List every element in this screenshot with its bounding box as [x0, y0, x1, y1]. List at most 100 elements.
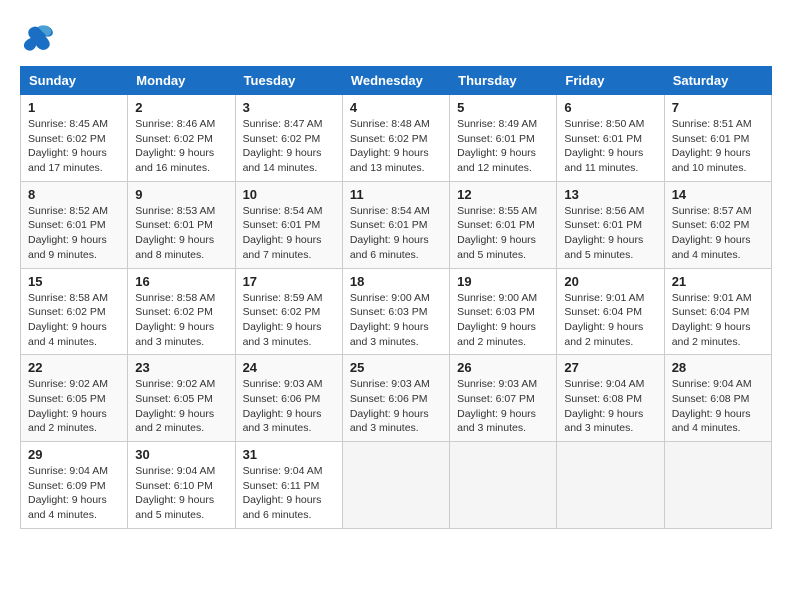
day-info: Sunrise: 8:54 AM Sunset: 6:01 PM Dayligh… [243, 204, 335, 263]
day-info: Sunrise: 9:02 AM Sunset: 6:05 PM Dayligh… [28, 377, 120, 436]
day-info: Sunrise: 8:51 AM Sunset: 6:01 PM Dayligh… [672, 117, 764, 176]
day-info: Sunrise: 9:04 AM Sunset: 6:10 PM Dayligh… [135, 464, 227, 523]
day-number: 5 [457, 100, 549, 115]
weekday-header: Saturday [664, 67, 771, 95]
calendar-day-cell: 14 Sunrise: 8:57 AM Sunset: 6:02 PM Dayli… [664, 181, 771, 268]
calendar-week-row: 8 Sunrise: 8:52 AM Sunset: 6:01 PM Daylig… [21, 181, 772, 268]
day-number: 8 [28, 187, 120, 202]
weekday-header: Thursday [450, 67, 557, 95]
calendar-day-cell: 20 Sunrise: 9:01 AM Sunset: 6:04 PM Dayli… [557, 268, 664, 355]
weekday-header: Friday [557, 67, 664, 95]
day-info: Sunrise: 8:57 AM Sunset: 6:02 PM Dayligh… [672, 204, 764, 263]
calendar-week-row: 15 Sunrise: 8:58 AM Sunset: 6:02 PM Dayli… [21, 268, 772, 355]
day-number: 11 [350, 187, 442, 202]
day-number: 13 [564, 187, 656, 202]
day-info: Sunrise: 8:47 AM Sunset: 6:02 PM Dayligh… [243, 117, 335, 176]
day-number: 14 [672, 187, 764, 202]
day-info: Sunrise: 9:01 AM Sunset: 6:04 PM Dayligh… [672, 291, 764, 350]
calendar-day-cell: 25 Sunrise: 9:03 AM Sunset: 6:06 PM Dayli… [342, 355, 449, 442]
calendar-day-cell: 2 Sunrise: 8:46 AM Sunset: 6:02 PM Daylig… [128, 95, 235, 182]
weekday-header: Monday [128, 67, 235, 95]
day-info: Sunrise: 9:03 AM Sunset: 6:07 PM Dayligh… [457, 377, 549, 436]
calendar-day-cell: 6Sunrise: 8:50 AM Sunset: 6:01 PM Daylig… [557, 95, 664, 182]
calendar-day-cell: 24Sunrise: 9:03 AM Sunset: 6:06 PM Dayli… [235, 355, 342, 442]
day-number: 2 [135, 100, 227, 115]
calendar-day-cell: 5 Sunrise: 8:49 AM Sunset: 6:01 PM Daylig… [450, 95, 557, 182]
day-number: 10 [243, 187, 335, 202]
calendar-day-cell: 27 Sunrise: 9:04 AM Sunset: 6:08 PM Dayli… [557, 355, 664, 442]
logo-icon [20, 20, 56, 56]
day-info: Sunrise: 8:58 AM Sunset: 6:02 PM Dayligh… [28, 291, 120, 350]
day-info: Sunrise: 8:55 AM Sunset: 6:01 PM Dayligh… [457, 204, 549, 263]
calendar-day-cell: 22Sunrise: 9:02 AM Sunset: 6:05 PM Dayli… [21, 355, 128, 442]
calendar-day-cell: 3 Sunrise: 8:47 AM Sunset: 6:02 PM Daylig… [235, 95, 342, 182]
calendar-week-row: 1Sunrise: 8:45 AM Sunset: 6:02 PM Daylig… [21, 95, 772, 182]
day-info: Sunrise: 8:49 AM Sunset: 6:01 PM Dayligh… [457, 117, 549, 176]
weekday-header: Wednesday [342, 67, 449, 95]
day-number: 26 [457, 360, 549, 375]
page-container: SundayMondayTuesdayWednesdayThursdayFrid… [20, 20, 772, 529]
day-number: 21 [672, 274, 764, 289]
day-number: 25 [350, 360, 442, 375]
calendar-table: SundayMondayTuesdayWednesdayThursdayFrid… [20, 66, 772, 529]
day-info: Sunrise: 8:52 AM Sunset: 6:01 PM Dayligh… [28, 204, 120, 263]
day-number: 28 [672, 360, 764, 375]
day-info: Sunrise: 8:50 AM Sunset: 6:01 PM Dayligh… [564, 117, 656, 176]
calendar-day-cell: 17 Sunrise: 8:59 AM Sunset: 6:02 PM Dayli… [235, 268, 342, 355]
calendar-day-cell: 10 Sunrise: 8:54 AM Sunset: 6:01 PM Dayli… [235, 181, 342, 268]
day-number: 18 [350, 274, 442, 289]
calendar-day-cell: 1Sunrise: 8:45 AM Sunset: 6:02 PM Daylig… [21, 95, 128, 182]
day-info: Sunrise: 9:03 AM Sunset: 6:06 PM Dayligh… [350, 377, 442, 436]
day-number: 29 [28, 447, 120, 462]
day-info: Sunrise: 9:00 AM Sunset: 6:03 PM Dayligh… [350, 291, 442, 350]
calendar-day-cell: 21 Sunrise: 9:01 AM Sunset: 6:04 PM Dayli… [664, 268, 771, 355]
day-number: 31 [243, 447, 335, 462]
day-info: Sunrise: 9:04 AM Sunset: 6:11 PM Dayligh… [243, 464, 335, 523]
calendar-day-cell: 12 Sunrise: 8:55 AM Sunset: 6:01 PM Dayli… [450, 181, 557, 268]
day-info: Sunrise: 8:58 AM Sunset: 6:02 PM Dayligh… [135, 291, 227, 350]
day-number: 20 [564, 274, 656, 289]
calendar-day-cell: 18 Sunrise: 9:00 AM Sunset: 6:03 PM Dayli… [342, 268, 449, 355]
day-info: Sunrise: 8:59 AM Sunset: 6:02 PM Dayligh… [243, 291, 335, 350]
day-info: Sunrise: 9:04 AM Sunset: 6:08 PM Dayligh… [672, 377, 764, 436]
empty-cell [450, 442, 557, 529]
day-info: Sunrise: 9:04 AM Sunset: 6:08 PM Dayligh… [564, 377, 656, 436]
day-number: 30 [135, 447, 227, 462]
day-number: 15 [28, 274, 120, 289]
empty-cell [664, 442, 771, 529]
day-info: Sunrise: 8:54 AM Sunset: 6:01 PM Dayligh… [350, 204, 442, 263]
calendar-day-cell: 9Sunrise: 8:53 AM Sunset: 6:01 PM Daylig… [128, 181, 235, 268]
calendar-day-cell: 8 Sunrise: 8:52 AM Sunset: 6:01 PM Daylig… [21, 181, 128, 268]
day-number: 4 [350, 100, 442, 115]
day-number: 12 [457, 187, 549, 202]
calendar-header-row: SundayMondayTuesdayWednesdayThursdayFrid… [21, 67, 772, 95]
weekday-header: Sunday [21, 67, 128, 95]
calendar-day-cell: 30 Sunrise: 9:04 AM Sunset: 6:10 PM Dayli… [128, 442, 235, 529]
empty-cell [557, 442, 664, 529]
day-number: 3 [243, 100, 335, 115]
calendar-day-cell: 4Sunrise: 8:48 AM Sunset: 6:02 PM Daylig… [342, 95, 449, 182]
day-info: Sunrise: 8:53 AM Sunset: 6:01 PM Dayligh… [135, 204, 227, 263]
calendar-day-cell: 15 Sunrise: 8:58 AM Sunset: 6:02 PM Dayli… [21, 268, 128, 355]
empty-cell [342, 442, 449, 529]
calendar-day-cell: 19 Sunrise: 9:00 AM Sunset: 6:03 PM Dayli… [450, 268, 557, 355]
day-info: Sunrise: 8:46 AM Sunset: 6:02 PM Dayligh… [135, 117, 227, 176]
day-number: 16 [135, 274, 227, 289]
day-number: 19 [457, 274, 549, 289]
calendar-day-cell: 29Sunrise: 9:04 AM Sunset: 6:09 PM Dayli… [21, 442, 128, 529]
day-number: 7 [672, 100, 764, 115]
page-header [20, 20, 772, 56]
calendar-day-cell: 23 Sunrise: 9:02 AM Sunset: 6:05 PM Dayli… [128, 355, 235, 442]
logo [20, 20, 60, 56]
day-number: 23 [135, 360, 227, 375]
day-info: Sunrise: 9:01 AM Sunset: 6:04 PM Dayligh… [564, 291, 656, 350]
weekday-header: Tuesday [235, 67, 342, 95]
day-number: 27 [564, 360, 656, 375]
calendar-week-row: 22Sunrise: 9:02 AM Sunset: 6:05 PM Dayli… [21, 355, 772, 442]
calendar-day-cell: 31 Sunrise: 9:04 AM Sunset: 6:11 PM Dayli… [235, 442, 342, 529]
day-info: Sunrise: 9:02 AM Sunset: 6:05 PM Dayligh… [135, 377, 227, 436]
calendar-day-cell: 26 Sunrise: 9:03 AM Sunset: 6:07 PM Dayli… [450, 355, 557, 442]
day-number: 17 [243, 274, 335, 289]
day-info: Sunrise: 9:00 AM Sunset: 6:03 PM Dayligh… [457, 291, 549, 350]
day-info: Sunrise: 8:56 AM Sunset: 6:01 PM Dayligh… [564, 204, 656, 263]
